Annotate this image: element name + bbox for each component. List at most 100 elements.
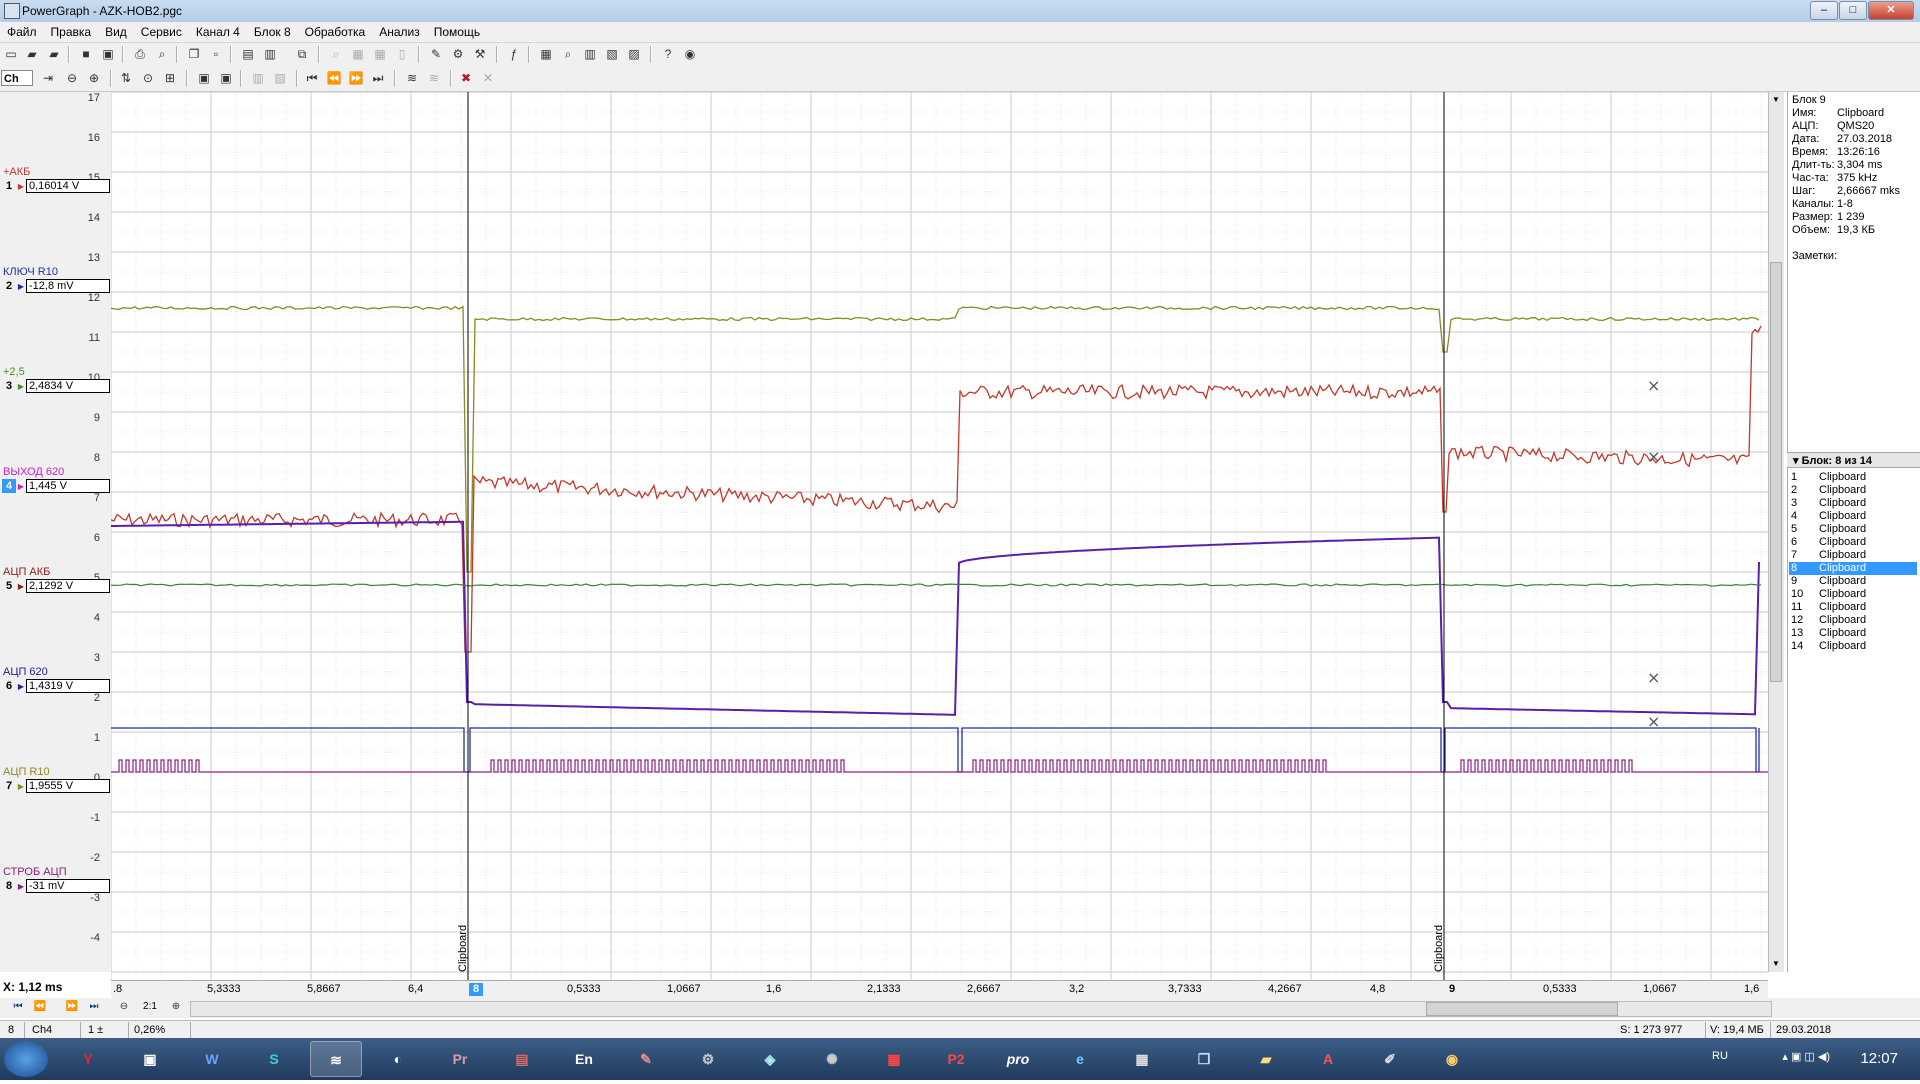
channel-next-icon[interactable]: ⇥ xyxy=(40,70,56,86)
yandex-browser-icon[interactable]: Y xyxy=(62,1041,114,1077)
channel-7-row[interactable]: 7 ▶ 1,9555 V xyxy=(2,779,110,793)
block-list-item[interactable]: 5 Clipboard xyxy=(1789,523,1917,536)
block-list-item[interactable]: 3 Clipboard xyxy=(1789,497,1917,510)
prev-block-icon[interactable]: ⏪ xyxy=(32,1001,48,1015)
pen-icon[interactable]: ✎ xyxy=(620,1041,672,1077)
filter-icon[interactable]: ⚙ xyxy=(450,46,466,62)
zoom-out-icon[interactable]: ⊖ xyxy=(64,70,80,86)
first-block-icon[interactable]: ⏮ xyxy=(10,1001,26,1015)
channel-3-number[interactable]: 3 xyxy=(2,379,16,393)
scroll-down-icon[interactable]: ▼ xyxy=(1770,958,1782,970)
input-language[interactable]: RU xyxy=(1712,1050,1728,1062)
menu-view[interactable]: Вид xyxy=(98,22,134,42)
channel-arrow-icon[interactable]: ▶ xyxy=(16,682,26,691)
channel-2-row[interactable]: 2 ▶ -12,8 mV xyxy=(2,279,110,293)
channel-5-row[interactable]: 5 ▶ 2,1292 V xyxy=(2,579,110,593)
taskbar-clock[interactable]: 12:07 xyxy=(1860,1050,1898,1067)
menu-help[interactable]: Помощь xyxy=(427,22,487,42)
cursor-icon[interactable]: ▥ xyxy=(250,70,266,86)
channel-3-row[interactable]: 3 ▶ 2,4834 V xyxy=(2,379,110,393)
menu-channel[interactable]: Канал 4 xyxy=(189,22,247,42)
cube-icon[interactable]: ❒ xyxy=(1178,1041,1230,1077)
grid-icon[interactable]: ▦ xyxy=(350,46,366,62)
horizontal-scroll-thumb[interactable] xyxy=(1426,1002,1618,1016)
save-as-icon[interactable]: ▣ xyxy=(100,46,116,62)
menu-file[interactable]: Файл xyxy=(0,22,44,42)
close-view-icon[interactable]: ✕ xyxy=(480,70,496,86)
split-icon[interactable]: ▯ xyxy=(394,46,410,62)
channel-5-number[interactable]: 5 xyxy=(2,579,16,593)
copy-block-icon[interactable]: ❐ xyxy=(186,46,202,62)
about-icon[interactable]: ◉ xyxy=(682,46,698,62)
find-icon[interactable]: ⌕ xyxy=(328,46,344,62)
channel-8-row[interactable]: 8 ▶ -31 mV xyxy=(2,879,110,893)
marker-cross-icon[interactable]: × xyxy=(1647,376,1660,395)
blocks-icon[interactable]: ▤ xyxy=(240,46,256,62)
blocks-list-header[interactable]: ▾ Блок: 8 из 14 xyxy=(1787,452,1920,468)
tool-icon[interactable]: ⚙ xyxy=(682,1041,734,1077)
word-icon[interactable]: W xyxy=(186,1041,238,1077)
en-app-icon[interactable]: En xyxy=(558,1041,610,1077)
atom-icon[interactable]: ✺ xyxy=(806,1041,858,1077)
channel-2-number[interactable]: 2 xyxy=(2,279,16,293)
skype-icon[interactable]: S xyxy=(248,1041,300,1077)
channel-order-icon[interactable]: ⇅ xyxy=(118,70,134,86)
maximize-button[interactable]: □ xyxy=(1839,1,1867,20)
block-list-item[interactable]: 10 Clipboard xyxy=(1789,588,1917,601)
measure-icon[interactable]: ▨ xyxy=(272,70,288,86)
minimize-button[interactable]: – xyxy=(1810,1,1838,20)
channel-8-number[interactable]: 8 xyxy=(2,879,16,893)
overlay-icon[interactable]: ≋ xyxy=(404,70,420,86)
go-prev-icon[interactable]: ⏪ xyxy=(326,70,342,86)
block-list-item[interactable]: 4 Clipboard xyxy=(1789,510,1917,523)
menu-edit[interactable]: Правка xyxy=(44,22,99,42)
process-icon[interactable]: ⚒ xyxy=(472,46,488,62)
block-list-item[interactable]: 12 Clipboard xyxy=(1789,614,1917,627)
function-icon[interactable]: ƒ xyxy=(506,46,522,62)
table-icon[interactable]: ▦ xyxy=(538,46,554,62)
notes-icon[interactable]: ◈ xyxy=(744,1041,796,1077)
channel-4-row[interactable]: 4 ▶ 1,445 V xyxy=(2,479,110,493)
go-start-icon[interactable]: ⏮ xyxy=(304,70,320,86)
channel-arrow-icon[interactable]: ▶ xyxy=(16,382,26,391)
channel-arrow-icon[interactable]: ▶ xyxy=(16,282,26,291)
internet-explorer-icon[interactable]: e xyxy=(1054,1041,1106,1077)
blocks-merge-icon[interactable]: ▥ xyxy=(262,46,278,62)
channel-6-row[interactable]: 6 ▶ 1,4319 V xyxy=(2,679,110,693)
fit-icon[interactable]: ⊞ xyxy=(162,70,178,86)
layout-icon[interactable]: ▦ xyxy=(372,46,388,62)
zoom-in-icon[interactable]: ⊕ xyxy=(86,70,102,86)
channel-arrow-icon[interactable]: ▶ xyxy=(16,582,26,591)
autoscale-icon[interactable]: ▣ xyxy=(196,70,212,86)
channel-select[interactable]: Ch xyxy=(1,70,33,86)
channel-4-number[interactable]: 4 xyxy=(2,479,16,493)
start-button[interactable] xyxy=(4,1041,48,1077)
channel-6-number[interactable]: 6 xyxy=(2,679,16,693)
spectrum-icon[interactable]: ▥ xyxy=(582,46,598,62)
marker-cross-icon[interactable]: × xyxy=(1647,712,1660,731)
histogram-icon[interactable]: ▨ xyxy=(626,46,642,62)
dropdown-icon[interactable]: ▾ xyxy=(1793,455,1802,467)
folder-icon[interactable]: ▰ xyxy=(1240,1041,1292,1077)
delete-block-icon[interactable]: ▫ xyxy=(208,46,224,62)
help-icon[interactable]: ? xyxy=(660,46,676,62)
block-list-item[interactable]: 2 Clipboard xyxy=(1789,484,1917,497)
block-list-item[interactable]: 6 Clipboard xyxy=(1789,536,1917,549)
zoom-analysis-icon[interactable]: ⌕ xyxy=(560,46,576,62)
channel-arrow-icon[interactable]: ▶ xyxy=(16,482,26,491)
go-end-icon[interactable]: ⏭ xyxy=(370,70,386,86)
pickit-icon[interactable]: P2 xyxy=(930,1041,982,1077)
channel-1-row[interactable]: 1 ▶ 0,16014 V xyxy=(2,179,110,193)
block-list-item[interactable]: 7 Clipboard xyxy=(1789,549,1917,562)
go-next-icon[interactable]: ⏩ xyxy=(348,70,364,86)
marker-cross-icon[interactable]: × xyxy=(1647,668,1660,687)
block-list-item[interactable]: 8 Clipboard xyxy=(1789,562,1917,575)
copy-icon[interactable]: ⧉ xyxy=(294,46,310,62)
next-block-icon[interactable]: ⏩ xyxy=(64,1001,80,1015)
oscillogram-plot[interactable]: Clipboard Clipboard × × × × xyxy=(111,92,1768,980)
statistics-icon[interactable]: ▧ xyxy=(604,46,620,62)
channel-1-number[interactable]: 1 xyxy=(2,179,16,193)
channel-arrow-icon[interactable]: ▶ xyxy=(16,182,26,191)
stack-icon[interactable]: ≋ xyxy=(426,70,442,86)
microchip-icon[interactable]: ▦ xyxy=(868,1041,920,1077)
